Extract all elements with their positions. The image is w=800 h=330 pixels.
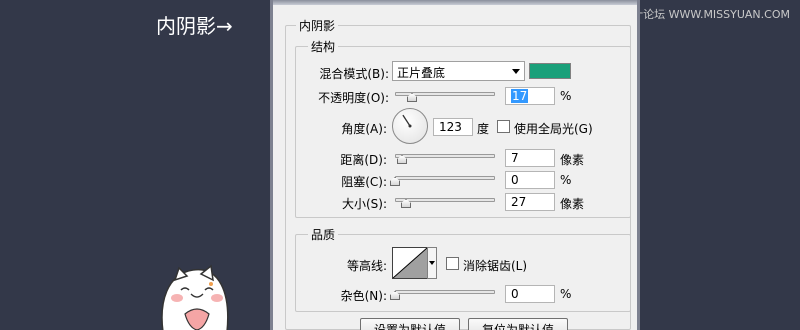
anti-alias-checkbox[interactable] [446,257,459,270]
chevron-down-icon [429,261,435,265]
angle-value: 123 [439,120,462,134]
inner-shadow-section-title: 内阴影 [296,17,339,34]
choke-unit: % [560,173,572,187]
choke-label: 阻塞(C): [341,175,387,189]
noise-label: 杂色(N): [340,289,387,303]
angle-unit: 度 [477,122,490,136]
size-slider[interactable] [395,195,495,209]
angle-input[interactable]: 123 [433,118,473,136]
distance-value: 7 [511,151,519,165]
distance-label: 距离(D): [340,153,387,167]
dialog-top-edge [273,0,637,5]
structure-group-title: 结构 [308,38,339,55]
opacity-value: 17 [511,89,529,103]
shadow-color-swatch[interactable] [529,63,571,79]
size-value: 27 [511,195,527,209]
contour-label: 等高线: [346,259,387,273]
size-label: 大小(S): [341,197,387,211]
contour-preview[interactable] [392,247,428,279]
blend-mode-value: 正片叠底 [397,66,446,80]
blend-mode-label: 混合模式(B): [319,67,389,81]
quality-group-title: 品质 [308,226,339,243]
contour-curve-icon [392,247,428,279]
global-light-label: 使用全局光(G) [514,122,593,136]
noise-input[interactable]: 0 [505,285,555,303]
angle-label: 角度(A): [341,122,387,136]
size-slider-track [395,198,495,202]
distance-slider[interactable] [395,151,495,165]
choke-value: 0 [511,173,519,187]
noise-value: 0 [511,287,519,301]
noise-unit: % [560,287,572,301]
distance-unit: 像素 [560,153,585,167]
distance-input[interactable]: 7 [505,149,555,167]
blend-mode-select[interactable]: 正片叠底 [392,61,525,81]
size-unit: 像素 [560,197,585,211]
reset-default-button[interactable]: 复位为默认值 [468,318,568,330]
noise-slider-track [395,290,495,294]
size-input[interactable]: 27 [505,193,555,211]
hamster-mascot-illustration [161,264,229,330]
opacity-input[interactable]: 17 [505,87,555,105]
choke-input[interactable]: 0 [505,171,555,189]
global-light-checkbox[interactable] [497,120,510,133]
angle-dial-indicator [402,114,412,128]
choke-slider-track [395,176,495,180]
make-default-button[interactable]: 设置为默认值 [360,318,460,330]
opacity-label: 不透明度(O): [318,91,389,105]
layer-style-dialog: 内阴影 结构 混合模式(B): 正片叠底 不透明度(O): 17 % 角度(A)… [270,0,640,330]
opacity-slider[interactable] [395,89,495,103]
opacity-unit: % [560,89,572,103]
chevron-down-icon [512,69,520,74]
caption-title: 内阴影→ [156,14,233,38]
choke-slider[interactable] [390,173,495,187]
anti-alias-label: 消除锯齿(L) [463,259,528,273]
contour-dropdown-button[interactable] [427,247,437,279]
distance-slider-track [395,154,495,158]
noise-slider[interactable] [390,287,495,301]
angle-dial[interactable] [392,108,428,144]
